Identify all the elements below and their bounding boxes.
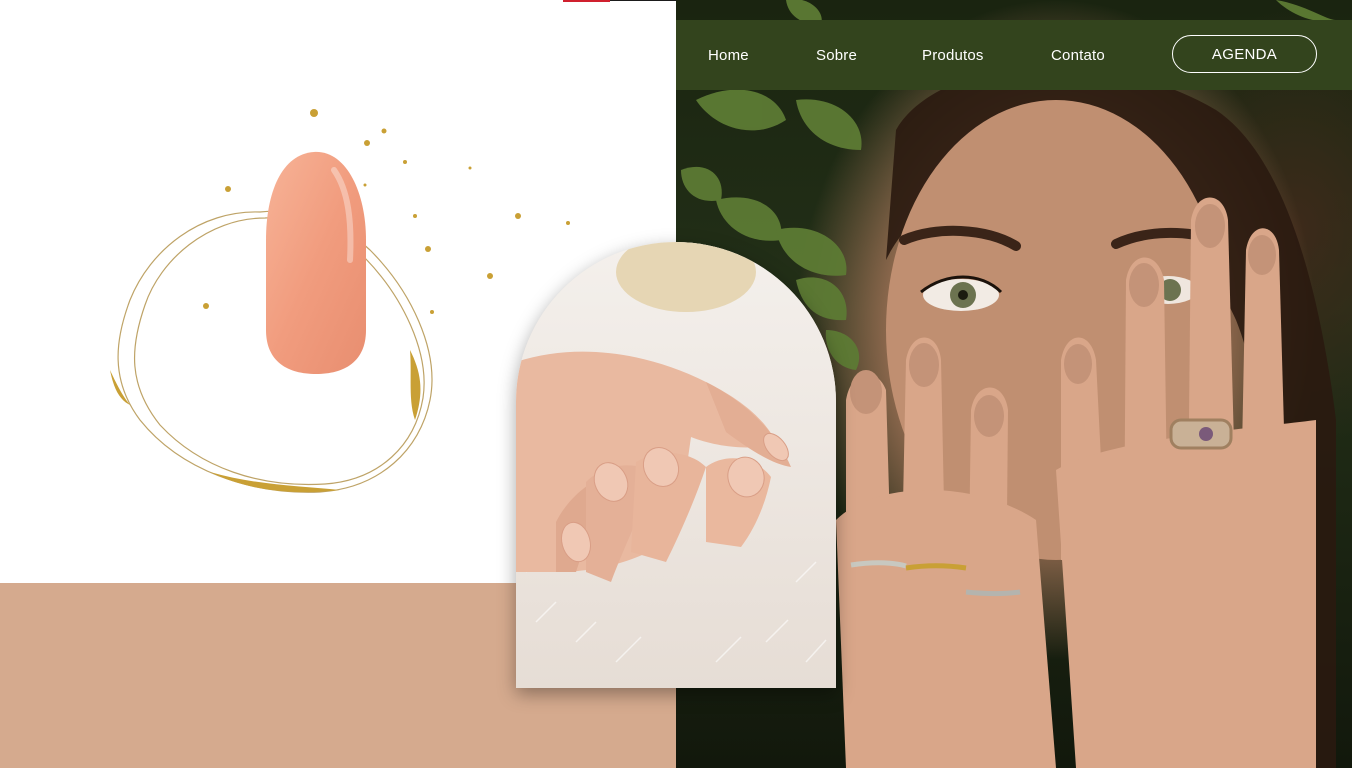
nail-swatch-illustration <box>110 109 570 493</box>
divider-line <box>610 0 676 1</box>
nav-link-home[interactable]: Home <box>708 20 749 90</box>
manicured-hand-illustration <box>516 242 836 688</box>
nav-link-sobre[interactable]: Sobre <box>816 20 857 90</box>
main-navbar: Home Sobre Produtos Contato AGENDA <box>676 20 1352 90</box>
nail-icon <box>266 151 366 374</box>
arch-photo-manicured-hand <box>516 242 836 688</box>
nav-link-contato[interactable]: Contato <box>1051 20 1105 90</box>
agenda-button[interactable]: AGENDA <box>1172 35 1317 73</box>
accent-line <box>563 0 610 2</box>
nav-link-produtos[interactable]: Produtos <box>922 20 984 90</box>
